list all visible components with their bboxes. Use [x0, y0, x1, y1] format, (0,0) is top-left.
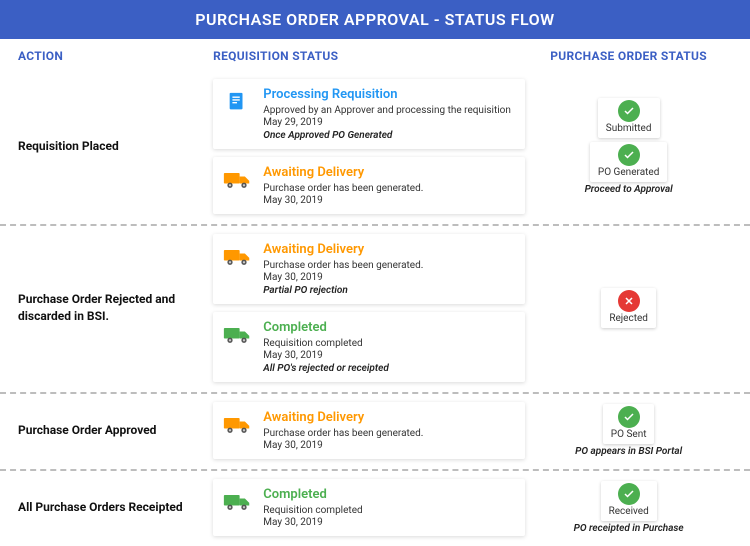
card-subtitle: Requisition completed [263, 337, 515, 350]
card-title: Processing Requisition [263, 87, 515, 102]
status-card: Awaiting Delivery Purchase order has been… [213, 234, 525, 304]
card-date: May 30, 2019 [263, 440, 515, 451]
status-badge: PO Sent PO appears in BSI Portal [575, 404, 682, 457]
column-headers: ACTION REQUISITION STATUS PURCHASE ORDER… [0, 39, 750, 71]
flow-row: All Purchase Orders ReceiptedCompletedRe… [0, 471, 750, 546]
card-date: May 30, 2019 [263, 195, 515, 206]
po-note: PO receipted in Purchase [574, 523, 684, 534]
action-label: Requisition Placed [18, 79, 213, 214]
action-label: All Purchase Orders Receipted [18, 479, 213, 536]
card-title: Awaiting Delivery [263, 410, 515, 425]
status-card: CompletedRequisition completedMay 30, 20… [213, 479, 525, 536]
flow-row: Purchase Order Rejected and discarded in… [0, 226, 750, 394]
badge-label: PO Sent [611, 429, 647, 440]
card-title: Awaiting Delivery [263, 165, 515, 180]
card-subtitle: Approved by an Approver and processing t… [263, 104, 515, 117]
po-status: Rejected [525, 234, 732, 382]
card-date: May 30, 2019 [263, 272, 515, 283]
status-card: Processing Requisition Approved by an App… [213, 79, 525, 149]
status-badge: PO Generated Proceed to Approval [585, 142, 673, 195]
card-title: Completed [263, 320, 515, 335]
badge-label: Received [609, 506, 649, 517]
truck-green-icon [223, 320, 253, 374]
action-label: Purchase Order Approved [18, 402, 213, 459]
po-status: Received PO receipted in Purchase [525, 479, 732, 536]
po-note: Proceed to Approval [585, 184, 673, 195]
card-date: May 30, 2019 [263, 350, 515, 361]
card-note: Partial PO rejection [263, 285, 515, 296]
badge-label: PO Generated [598, 167, 659, 178]
card-date: May 29, 2019 [263, 117, 515, 128]
page-title: PURCHASE ORDER APPROVAL - STATUS FLOW [0, 0, 750, 39]
card-subtitle: Purchase order has been generated. [263, 182, 515, 195]
flow-row: Requisition PlacedProcessing Requisition… [0, 71, 750, 226]
status-card: Awaiting Delivery Purchase order has been… [213, 157, 525, 214]
action-label: Purchase Order Rejected and discarded in… [18, 234, 213, 382]
truck-orange-icon [223, 165, 253, 206]
requisition-cards: Processing Requisition Approved by an App… [213, 79, 525, 214]
po-note: PO appears in BSI Portal [575, 446, 682, 457]
truck-green-icon [223, 487, 253, 528]
po-status: PO Sent PO appears in BSI Portal [525, 402, 732, 459]
col-requisition-header: REQUISITION STATUS [213, 49, 525, 63]
truck-orange-icon [223, 410, 253, 451]
card-title: Completed [263, 487, 515, 502]
status-badge: Rejected [601, 288, 656, 328]
requisition-cards: Awaiting Delivery Purchase order has been… [213, 402, 525, 459]
truck-orange-icon [223, 242, 253, 296]
col-action-header: ACTION [18, 49, 213, 63]
requisition-cards: CompletedRequisition completedMay 30, 20… [213, 479, 525, 536]
doc-blue-icon [223, 87, 253, 141]
status-card: Awaiting Delivery Purchase order has been… [213, 402, 525, 459]
card-subtitle: Purchase order has been generated. [263, 427, 515, 440]
card-note: All PO's rejected or receipted [263, 363, 515, 374]
col-po-header: PURCHASE ORDER STATUS [525, 49, 732, 63]
card-subtitle: Purchase order has been generated. [263, 259, 515, 272]
badge-label: Rejected [609, 313, 648, 324]
status-badge: Submitted [585, 98, 673, 138]
card-date: May 30, 2019 [263, 517, 515, 528]
status-card: Completed Requisition completedMay 30, 20… [213, 312, 525, 382]
po-status: Submitted PO Generated Proceed to Approval [525, 79, 732, 214]
requisition-cards: Awaiting Delivery Purchase order has been… [213, 234, 525, 382]
card-note: Once Approved PO Generated [263, 130, 515, 141]
status-badge: Received PO receipted in Purchase [574, 481, 684, 534]
card-title: Awaiting Delivery [263, 242, 515, 257]
flow-row: Purchase Order ApprovedAwaiting Delivery… [0, 394, 750, 471]
badge-label: Submitted [606, 123, 652, 134]
